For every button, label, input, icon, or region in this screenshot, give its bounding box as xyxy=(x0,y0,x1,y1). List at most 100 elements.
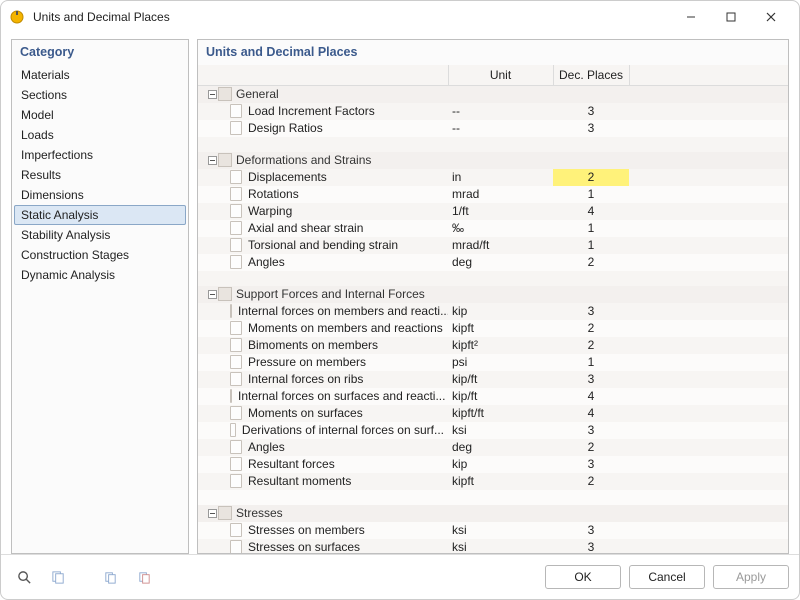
row-unit[interactable]: deg xyxy=(448,439,553,456)
row-unit[interactable]: mrad xyxy=(448,186,553,203)
apply-button[interactable]: Apply xyxy=(713,565,789,589)
sidebar-item-stability-analysis[interactable]: Stability Analysis xyxy=(14,225,186,245)
row-decplaces[interactable]: 1 xyxy=(553,237,629,254)
row-decplaces[interactable]: 3 xyxy=(553,522,629,539)
table-row[interactable]: Internal forces on ribskip/ft3 xyxy=(198,371,788,388)
row-decplaces[interactable]: 4 xyxy=(553,203,629,220)
table-row[interactable]: Bimoments on memberskipft²2 xyxy=(198,337,788,354)
row-unit[interactable]: mrad/ft xyxy=(448,237,553,254)
row-decplaces[interactable]: 3 xyxy=(553,103,629,120)
table-row[interactable]: Warping1/ft4 xyxy=(198,203,788,220)
row-unit[interactable]: in xyxy=(448,169,553,186)
row-unit[interactable]: -- xyxy=(448,120,553,137)
row-unit[interactable]: kipft xyxy=(448,473,553,490)
item-icon xyxy=(230,104,242,118)
table-row[interactable]: Stresses on membersksi3 xyxy=(198,522,788,539)
paste-icon[interactable] xyxy=(131,564,157,590)
sidebar-item-dimensions[interactable]: Dimensions xyxy=(14,185,186,205)
docs-icon[interactable] xyxy=(45,564,71,590)
collapse-icon[interactable] xyxy=(206,154,218,166)
row-decplaces[interactable]: 1 xyxy=(553,354,629,371)
table-row[interactable]: Design Ratios--3 xyxy=(198,120,788,137)
row-unit[interactable]: ksi xyxy=(448,539,553,553)
table-row[interactable]: Derivations of internal forces on surf..… xyxy=(198,422,788,439)
group-row[interactable]: Support Forces and Internal Forces xyxy=(198,286,788,303)
row-unit[interactable]: psi xyxy=(448,354,553,371)
table-row[interactable]: Internal forces on members and reacti...… xyxy=(198,303,788,320)
row-decplaces[interactable]: 3 xyxy=(553,539,629,553)
sidebar-item-materials[interactable]: Materials xyxy=(14,65,186,85)
table-row[interactable]: Moments on members and reactionskipft2 xyxy=(198,320,788,337)
row-unit[interactable]: kip/ft xyxy=(448,388,553,405)
col-unit-header[interactable]: Unit xyxy=(448,65,553,86)
sidebar-item-dynamic-analysis[interactable]: Dynamic Analysis xyxy=(14,265,186,285)
sidebar-item-construction-stages[interactable]: Construction Stages xyxy=(14,245,186,265)
row-decplaces[interactable]: 3 xyxy=(553,120,629,137)
sidebar-item-model[interactable]: Model xyxy=(14,105,186,125)
row-unit[interactable]: kipft² xyxy=(448,337,553,354)
row-unit[interactable]: kipft/ft xyxy=(448,405,553,422)
row-decplaces[interactable]: 3 xyxy=(553,422,629,439)
table-row[interactable]: Moments on surfaceskipft/ft4 xyxy=(198,405,788,422)
sidebar-item-sections[interactable]: Sections xyxy=(14,85,186,105)
row-unit[interactable]: deg xyxy=(448,254,553,271)
row-decplaces[interactable]: 1 xyxy=(553,186,629,203)
table-row[interactable]: Resultant forceskip3 xyxy=(198,456,788,473)
cancel-button[interactable]: Cancel xyxy=(629,565,705,589)
row-decplaces[interactable]: 2 xyxy=(553,320,629,337)
table-row[interactable]: Internal forces on surfaces and reacti..… xyxy=(198,388,788,405)
table-row[interactable]: Anglesdeg2 xyxy=(198,254,788,271)
row-decplaces[interactable]: 2 xyxy=(553,169,629,186)
minimize-button[interactable] xyxy=(671,3,711,31)
group-row[interactable]: General xyxy=(198,86,788,104)
row-unit[interactable]: kip/ft xyxy=(448,371,553,388)
group-row[interactable]: Stresses xyxy=(198,505,788,522)
group-row[interactable]: Deformations and Strains xyxy=(198,152,788,169)
collapse-icon[interactable] xyxy=(206,88,218,100)
row-unit[interactable]: ksi xyxy=(448,522,553,539)
row-decplaces[interactable]: 3 xyxy=(553,371,629,388)
row-unit[interactable]: kip xyxy=(448,456,553,473)
row-unit[interactable]: -- xyxy=(448,103,553,120)
table-row[interactable]: Resultant momentskipft2 xyxy=(198,473,788,490)
copy-icon[interactable] xyxy=(97,564,123,590)
row-decplaces[interactable]: 2 xyxy=(553,254,629,271)
table-row[interactable]: Rotationsmrad1 xyxy=(198,186,788,203)
row-unit[interactable]: ‰ xyxy=(448,220,553,237)
row-decplaces[interactable]: 4 xyxy=(553,405,629,422)
sidebar-item-loads[interactable]: Loads xyxy=(14,125,186,145)
row-unit[interactable]: 1/ft xyxy=(448,203,553,220)
table-row[interactable]: Load Increment Factors--3 xyxy=(198,103,788,120)
sidebar-item-static-analysis[interactable]: Static Analysis xyxy=(14,205,186,225)
row-unit[interactable]: kip xyxy=(448,303,553,320)
sidebar-list: MaterialsSectionsModelLoadsImperfections… xyxy=(12,65,188,287)
row-unit[interactable]: kipft xyxy=(448,320,553,337)
table-row[interactable]: Pressure on memberspsi1 xyxy=(198,354,788,371)
row-decplaces[interactable]: 2 xyxy=(553,337,629,354)
item-icon xyxy=(230,423,236,437)
sidebar-item-imperfections[interactable]: Imperfections xyxy=(14,145,186,165)
row-decplaces[interactable]: 3 xyxy=(553,456,629,473)
row-decplaces[interactable]: 3 xyxy=(553,303,629,320)
search-icon[interactable] xyxy=(11,564,37,590)
row-decplaces[interactable]: 4 xyxy=(553,388,629,405)
row-label: Derivations of internal forces on surf..… xyxy=(242,423,444,437)
table-row[interactable]: Stresses on surfacesksi3 xyxy=(198,539,788,553)
table-row[interactable]: Axial and shear strain‰1 xyxy=(198,220,788,237)
table-row[interactable]: Torsional and bending strainmrad/ft1 xyxy=(198,237,788,254)
sidebar-item-results[interactable]: Results xyxy=(14,165,186,185)
table-row[interactable]: Anglesdeg2 xyxy=(198,439,788,456)
close-button[interactable] xyxy=(751,3,791,31)
collapse-icon[interactable] xyxy=(206,507,218,519)
col-dp-header[interactable]: Dec. Places xyxy=(553,65,629,86)
row-decplaces[interactable]: 2 xyxy=(553,439,629,456)
col-name-header[interactable] xyxy=(198,65,448,86)
row-unit[interactable]: ksi xyxy=(448,422,553,439)
collapse-icon[interactable] xyxy=(206,288,218,300)
ok-button[interactable]: OK xyxy=(545,565,621,589)
row-decplaces[interactable]: 1 xyxy=(553,220,629,237)
table-scroll[interactable]: Unit Dec. Places GeneralLoad Increment F… xyxy=(198,65,788,553)
row-decplaces[interactable]: 2 xyxy=(553,473,629,490)
maximize-button[interactable] xyxy=(711,3,751,31)
table-row[interactable]: Displacementsin2 xyxy=(198,169,788,186)
